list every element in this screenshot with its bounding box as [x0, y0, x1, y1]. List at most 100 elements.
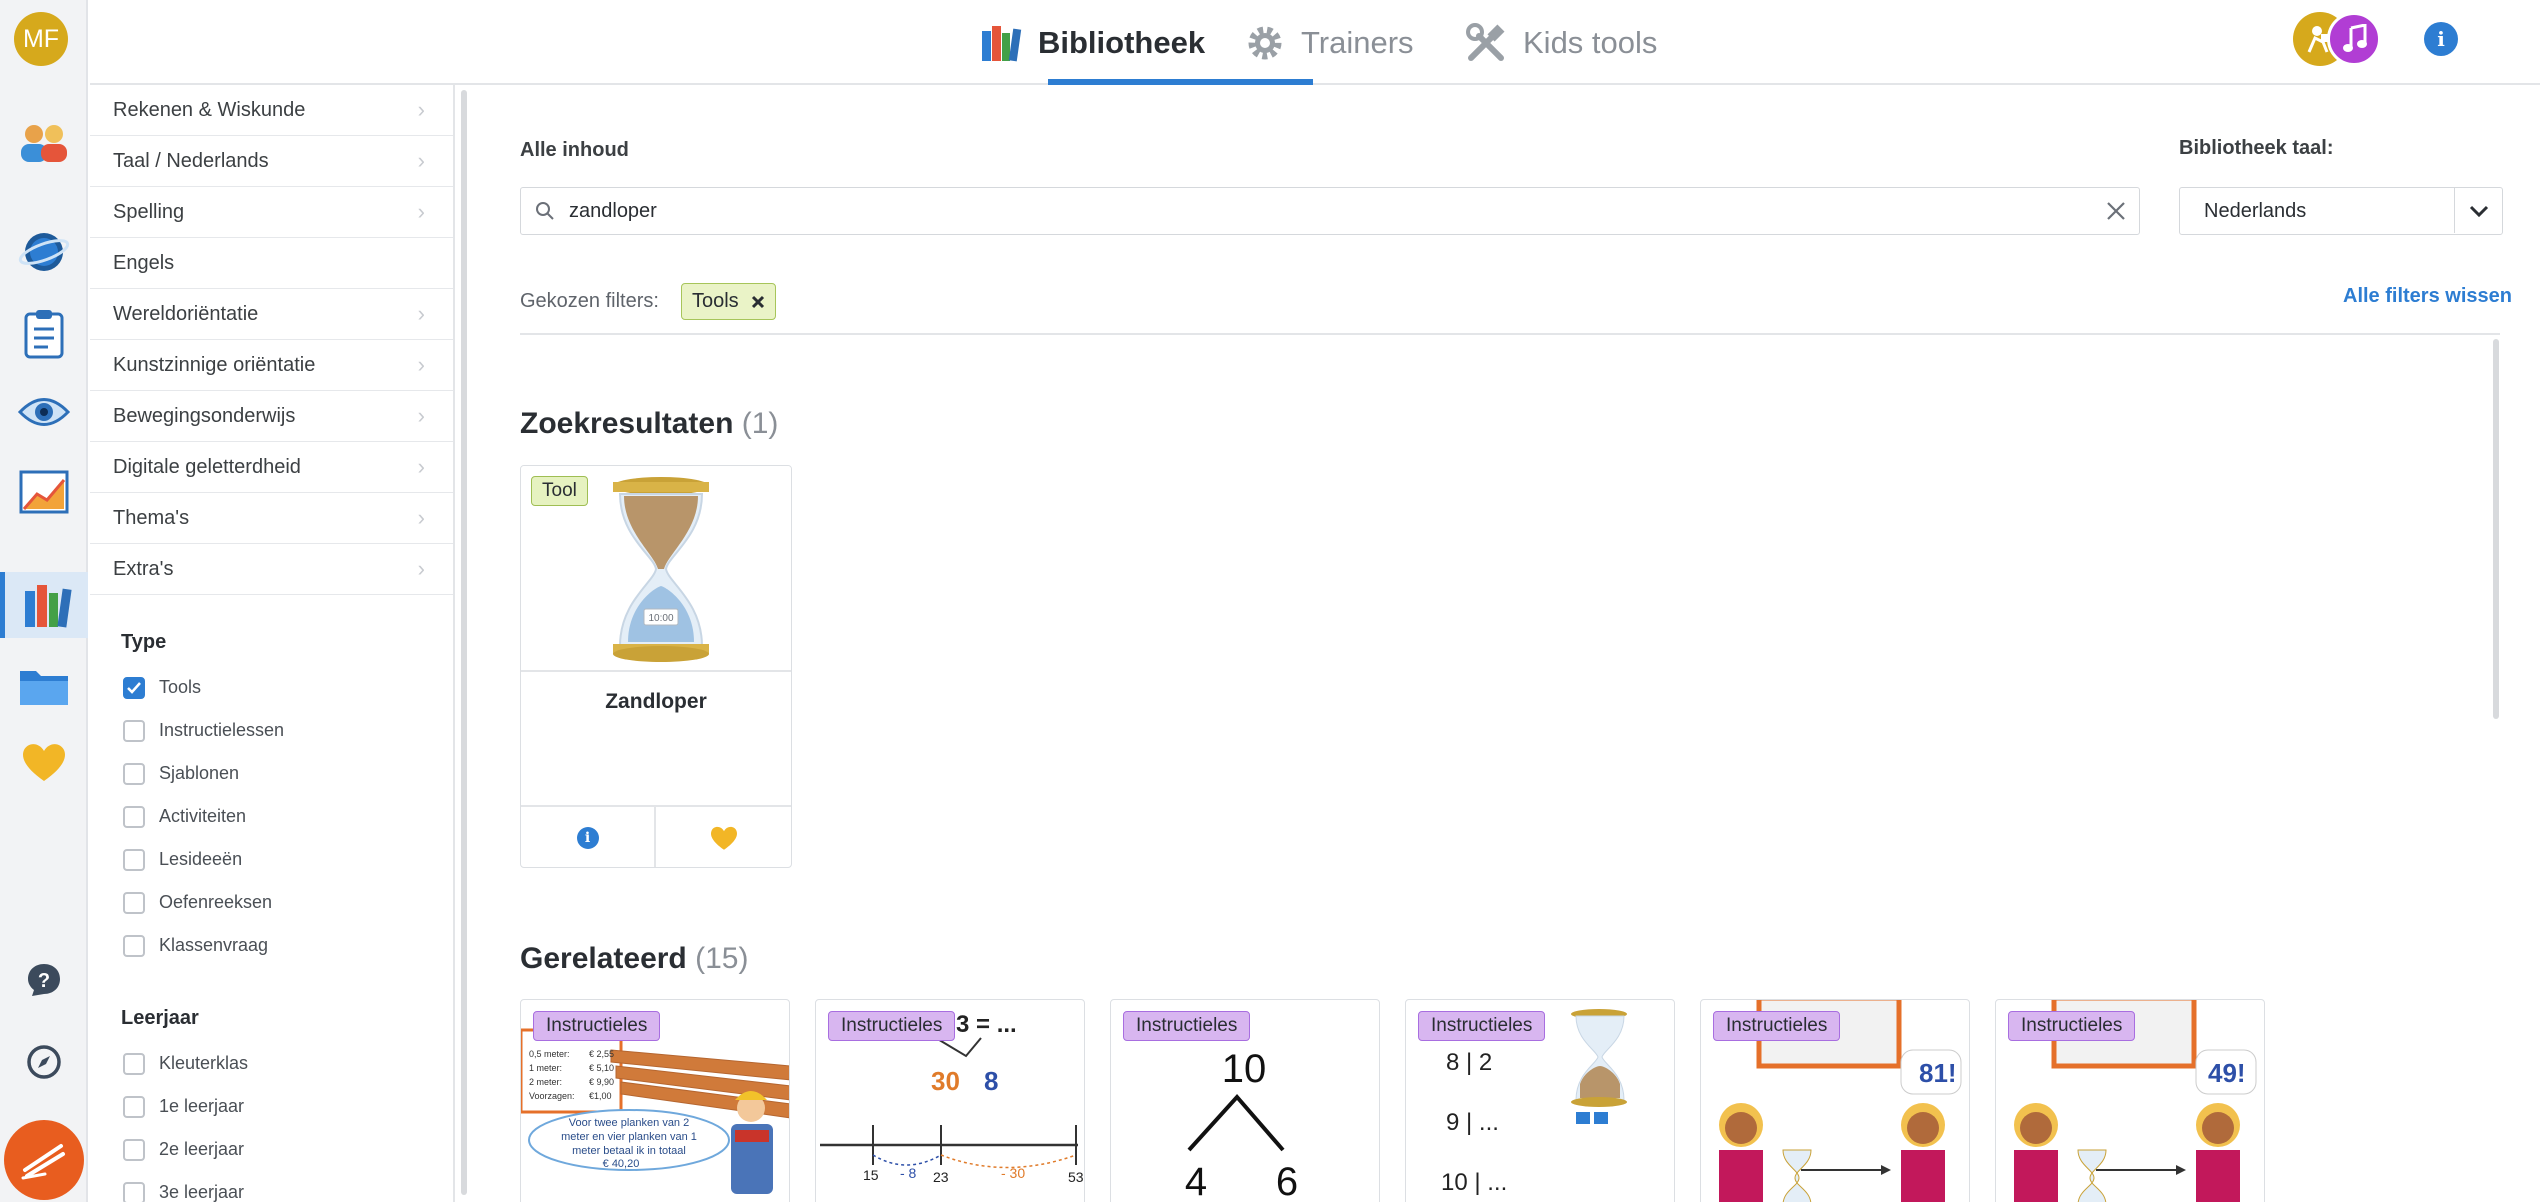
category-item[interactable]: Digitale geletterdheid › — [90, 442, 453, 493]
card-favorite-button[interactable] — [657, 807, 791, 867]
main-content: Alle inhoud Bibliotheek taal: zandloper … — [470, 87, 2540, 1202]
checkbox[interactable] — [123, 934, 145, 957]
related-card[interactable]: Instructieles 0,5 meter: € 2,55 1 meter: €… — [520, 999, 790, 1202]
divider — [520, 333, 2500, 335]
related-card[interactable]: Instructieles 81! — [1700, 999, 1970, 1202]
search-input[interactable]: zandloper — [520, 187, 2140, 235]
category-item[interactable]: Thema's › — [90, 493, 453, 544]
related-card[interactable]: Instructieles 10 4 6 — [1110, 999, 1380, 1202]
part-number: 6 — [1276, 1160, 1298, 1202]
filter-option-tools[interactable]: Tools — [90, 666, 453, 709]
divider — [521, 670, 791, 672]
rail-class-button[interactable] — [0, 110, 88, 174]
chosen-filters-label: Gekozen filters: — [520, 290, 659, 312]
category-item[interactable]: Bewegingsonderwijs › — [90, 391, 453, 442]
main-scrollbar[interactable] — [2493, 339, 2499, 719]
clear-all-filters-link[interactable]: Alle filters wissen — [2343, 285, 2512, 308]
search-results-title: Zoekresultaten (1) — [520, 407, 778, 441]
rail-results-button[interactable] — [0, 460, 88, 524]
filter-chip-tools[interactable]: Tools — [680, 283, 776, 320]
checkbox[interactable] — [123, 1095, 145, 1118]
category-label: Digitale geletterdheid — [113, 455, 301, 478]
search-value: zandloper — [569, 199, 657, 222]
result-card-zandloper[interactable]: 10:00 Tool Zandloper i — [520, 465, 792, 868]
category-label: Thema's — [113, 506, 190, 529]
filter-option[interactable]: Sjablonen — [90, 752, 453, 795]
checkbox[interactable] — [123, 805, 145, 828]
filter-option[interactable]: Instructielessen — [90, 709, 453, 752]
category-item[interactable]: Rekenen & Wiskunde › — [90, 85, 453, 136]
brand-logo-button[interactable] — [4, 1120, 84, 1200]
related-count: (15) — [695, 942, 749, 975]
split-value: 8 — [984, 1066, 998, 1096]
rail-observe-button[interactable] — [0, 380, 88, 444]
number-line-label: 15 — [863, 1167, 879, 1183]
related-card[interactable]: Instructieles 8 | 2 9 | ... 10 | ... — [1405, 999, 1675, 1202]
chevron-right-icon: › — [417, 505, 425, 530]
category-item[interactable]: Spelling › — [90, 187, 453, 238]
checkbox[interactable] — [123, 719, 145, 742]
checkbox[interactable] — [123, 1138, 145, 1161]
gear-icon — [1248, 26, 1282, 59]
rail-favorites-button[interactable] — [0, 730, 88, 794]
chevron-right-icon: › — [417, 403, 425, 428]
category-item[interactable]: Wereldoriëntatie › — [90, 289, 453, 340]
filter-option[interactable]: Klassenvraag — [90, 924, 453, 967]
rail-folder-button[interactable] — [0, 654, 88, 718]
split-row: 10 | ... — [1441, 1169, 1507, 1196]
rail-planet-button[interactable] — [0, 220, 88, 284]
filter-option[interactable]: Oefenreeksen — [90, 881, 453, 924]
chevron-right-icon: › — [417, 199, 425, 224]
info-icon: i — [576, 827, 599, 849]
category-item[interactable]: Kunstzinnige oriëntatie › — [90, 340, 453, 391]
card-info-button[interactable]: i — [521, 807, 656, 867]
checkbox[interactable] — [123, 762, 145, 785]
language-dropdown-toggle[interactable] — [2454, 188, 2502, 233]
rail-help-button[interactable]: ? — [0, 948, 88, 1012]
category-item[interactable]: Extra's › — [90, 544, 453, 595]
related-title: Gerelateerd (15) — [520, 942, 748, 976]
filter-option[interactable]: 1e leerjaar — [90, 1085, 453, 1128]
compass-icon — [27, 1045, 61, 1079]
split-value: 30 — [931, 1066, 960, 1096]
price-label: 1 meter: — [529, 1063, 562, 1073]
music-app-button[interactable] — [2327, 12, 2381, 66]
filter-option[interactable]: Activiteiten — [90, 795, 453, 838]
user-avatar[interactable]: MF — [14, 12, 68, 66]
info-button[interactable]: i — [2424, 22, 2458, 56]
hourglass-icon: 10:00 — [613, 477, 709, 662]
rail-tasks-button[interactable] — [0, 302, 88, 366]
checkbox[interactable] — [123, 1181, 145, 1202]
filter-option[interactable]: Kleuterklas — [90, 1042, 453, 1085]
sidebar-scrollbar[interactable] — [461, 90, 467, 1195]
app-window: MF ? Bibliotheek Trainers Kids tools i R… — [0, 0, 2540, 1202]
tab-kids-tools[interactable]: Kids tools — [1465, 0, 1657, 85]
language-select[interactable]: Nederlands — [2179, 187, 2503, 235]
category-label: Taal / Nederlands — [113, 149, 269, 172]
active-tab-indicator — [1048, 79, 1313, 85]
tab-bibliotheek[interactable]: Bibliotheek — [980, 0, 1205, 85]
number-line-label: 53 — [1068, 1169, 1084, 1185]
option-label: Tools — [159, 677, 202, 697]
clear-search-icon[interactable] — [2105, 200, 2127, 222]
remove-chip-icon[interactable] — [751, 295, 765, 309]
category-label: Rekenen & Wiskunde — [113, 98, 306, 121]
rail-explore-button[interactable] — [0, 1030, 88, 1094]
filter-option[interactable]: 2e leerjaar — [90, 1128, 453, 1171]
checkbox[interactable] — [123, 1052, 145, 1075]
rail-library-button[interactable] — [0, 572, 88, 638]
category-item[interactable]: Taal / Nederlands › — [90, 136, 453, 187]
tab-label: Trainers — [1301, 24, 1414, 60]
filter-option[interactable]: Lesideeën — [90, 838, 453, 881]
checkbox[interactable] — [123, 891, 145, 914]
tab-trainers[interactable]: Trainers — [1245, 0, 1414, 85]
checkbox-checked[interactable] — [123, 676, 145, 699]
related-card[interactable]: Instructieles 49! — [1995, 999, 2265, 1202]
checkbox[interactable] — [123, 848, 145, 871]
related-card[interactable]: Instructieles 3 = ... 30 8 15 - 8 23 - 3… — [815, 999, 1085, 1202]
answer-text: 49! — [2208, 1058, 2246, 1088]
category-item[interactable]: Engels — [90, 238, 453, 289]
section-title-text: Gerelateerd — [520, 942, 687, 975]
filter-option[interactable]: 3e leerjaar — [90, 1171, 453, 1202]
top-navigation: Bibliotheek Trainers Kids tools i — [90, 0, 2540, 85]
